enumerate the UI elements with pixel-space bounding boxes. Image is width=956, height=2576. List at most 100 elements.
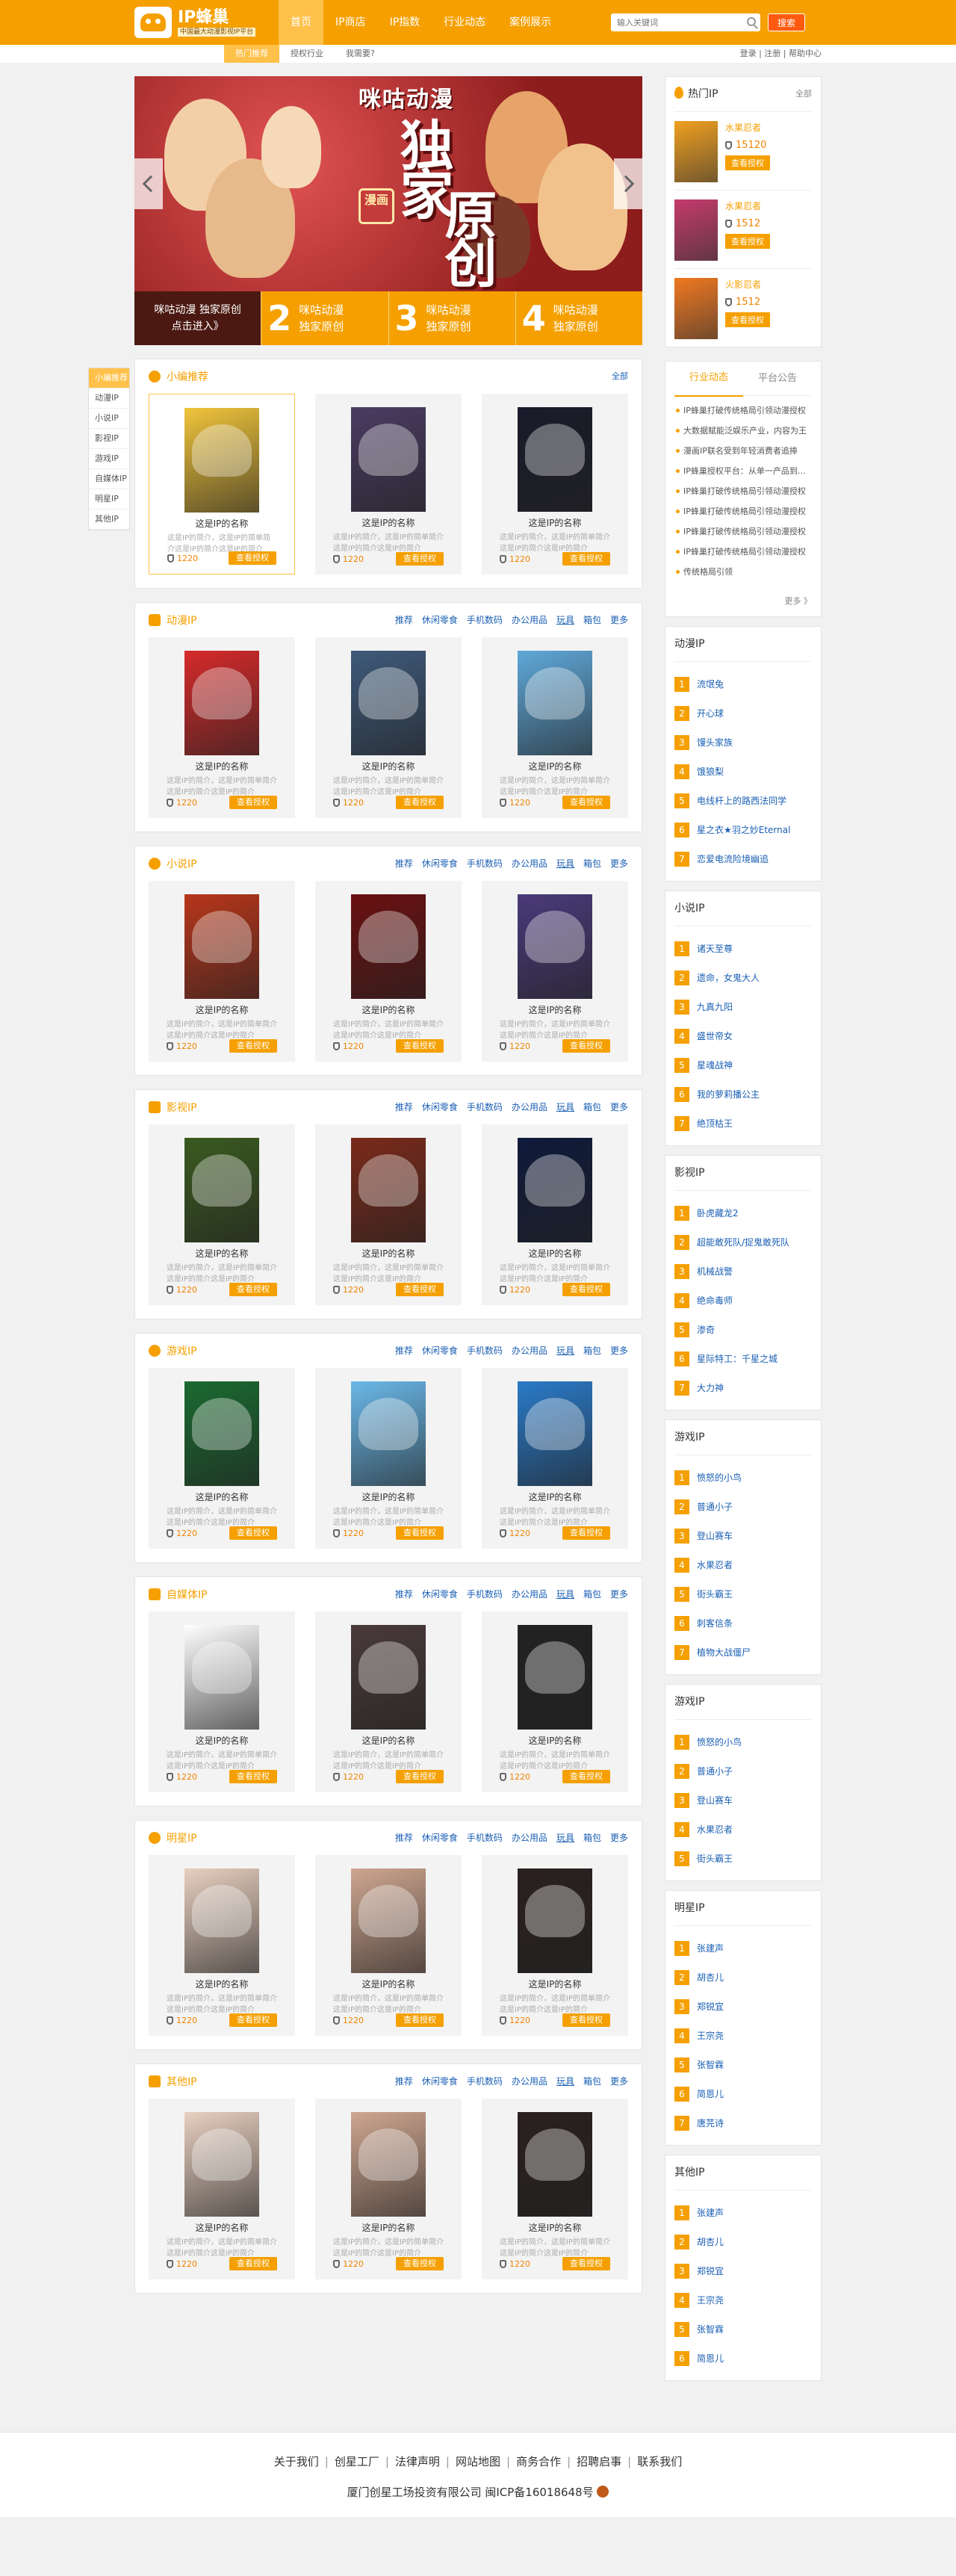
view-license-button[interactable]: 查看授权 [229, 1039, 277, 1053]
ip-name[interactable]: 这是IP的名称 [482, 2221, 628, 2234]
ip-cover-image[interactable] [351, 407, 426, 512]
ip-card[interactable]: 这是IP的名称 这是IP的简介，这是IP的简单简介这是IP的简介这是IP的简介 12… [315, 1368, 462, 1549]
filter-link[interactable]: 箱包 [583, 1334, 601, 1368]
filter-link[interactable]: 休闲零食 [422, 2064, 458, 2099]
ip-name[interactable]: 这是IP的名称 [315, 760, 462, 773]
ranking-item[interactable]: 6 简恩儿 [674, 2344, 812, 2373]
ranking-item[interactable]: 3 九真九阳 [674, 992, 812, 1021]
filter-link[interactable]: 手机数码 [467, 2064, 503, 2099]
filter-link[interactable]: 推荐 [395, 1821, 413, 1855]
ranking-item[interactable]: 5 张智霖 [674, 2315, 812, 2344]
ranking-item[interactable]: 2 普通小子 [674, 1756, 812, 1786]
ranking-item-name[interactable]: 九真九阳 [697, 1000, 733, 1013]
ranking-item-name[interactable]: 水果忍者 [697, 1823, 733, 1836]
footer-link[interactable]: 联系我们 [637, 2455, 682, 2468]
ranking-item[interactable]: 6 星之衣★羽之妙Eternal [674, 815, 812, 844]
tab-platform-notice[interactable]: 平台公告 [743, 362, 812, 396]
ranking-item[interactable]: 4 饿狼梨 [674, 757, 812, 786]
ranking-item[interactable]: 3 登山赛车 [674, 1786, 812, 1815]
filter-link[interactable]: 手机数码 [467, 603, 503, 637]
ip-cover-image[interactable] [518, 407, 592, 512]
view-license-button[interactable]: 查看授权 [396, 796, 444, 809]
banner-next-button[interactable] [614, 158, 642, 209]
filter-link[interactable]: 休闲零食 [422, 1821, 458, 1855]
filter-link[interactable]: 玩具 [556, 1090, 574, 1124]
ranking-item-name[interactable]: 星魂战神 [697, 1059, 733, 1071]
cattab-editor[interactable]: 小编推荐 [89, 368, 129, 388]
ranking-item-name[interactable]: 绝命毒师 [697, 1294, 733, 1307]
footer-link[interactable]: 商务合作 [516, 2455, 561, 2468]
news-item[interactable]: IP蜂巢打破传统格局引领动漫授权 [674, 542, 812, 562]
news-item[interactable]: IP蜂巢打破传统格局引领动漫授权 [674, 521, 812, 542]
ranking-item-name[interactable]: 王宗尧 [697, 2029, 724, 2042]
view-license-button[interactable]: 查看授权 [562, 1039, 610, 1053]
hot-ip-name[interactable]: 火影忍者 [725, 278, 770, 291]
ranking-item[interactable]: 5 电线杆上的路西法同学 [674, 786, 812, 815]
ranking-item[interactable]: 1 张建声 [674, 2198, 812, 2227]
view-license-button[interactable]: 查看授权 [562, 1770, 610, 1783]
news-item[interactable]: 大数据赋能泛娱乐产业，内容为王 [674, 421, 812, 441]
nav-home[interactable]: 首页 [279, 0, 323, 45]
hot-ip-name[interactable]: 水果忍者 [725, 199, 770, 212]
cattab-star[interactable]: 明星IP [89, 489, 129, 510]
ranking-item-name[interactable]: 开心球 [697, 707, 724, 719]
ip-card[interactable]: 这是IP的名称 这是IP的简介，这是IP的简单简介这是IP的简介这是IP的简介 12… [315, 394, 462, 575]
news-item[interactable]: IP蜂巢打破传统格局引领动漫授权 [674, 481, 812, 501]
view-license-button[interactable]: 查看授权 [396, 552, 444, 566]
filter-link[interactable]: 办公用品 [512, 1090, 547, 1124]
ranking-item[interactable]: 1 诸天至尊 [674, 934, 812, 963]
cattab-media[interactable]: 自媒体IP [89, 469, 129, 489]
filter-link[interactable]: 推荐 [395, 1334, 413, 1368]
ip-card[interactable]: 这是IP的名称 这是IP的简介，这是IP的简单简介这是IP的简介这是IP的简介 12… [149, 1855, 295, 2036]
ip-card[interactable]: 这是IP的名称 这是IP的简介，这是IP的简单简介这是IP的简介这是IP的简介 12… [482, 394, 628, 575]
nav-cases[interactable]: 案例展示 [497, 0, 563, 45]
filter-link[interactable]: 玩具 [556, 1577, 574, 1611]
ranking-item-name[interactable]: 胡杏儿 [697, 1971, 724, 1984]
ranking-item-name[interactable]: 郑锐宜 [697, 2000, 724, 2013]
ip-name[interactable]: 这是IP的名称 [149, 1003, 295, 1016]
ranking-item[interactable]: 6 我的萝莉播公主 [674, 1080, 812, 1109]
view-license-button[interactable]: 查看授权 [229, 2013, 277, 2027]
ranking-item-name[interactable]: 机械战警 [697, 1265, 733, 1278]
ip-card[interactable]: 这是IP的名称 这是IP的简介，这是IP的简单简介这是IP的简介这是IP的简介 12… [482, 637, 628, 818]
filter-link[interactable]: 办公用品 [512, 1334, 547, 1368]
view-license-button[interactable]: 查看授权 [562, 552, 610, 566]
ranking-item[interactable]: 2 遗命，女鬼大人 [674, 963, 812, 992]
tab-industry-news[interactable]: 行业动态 [674, 361, 743, 397]
ip-cover-image[interactable] [518, 1138, 592, 1242]
ip-name[interactable]: 这是IP的名称 [315, 516, 462, 529]
ip-card[interactable]: 这是IP的名称 这是IP的简介，这是IP的简单简介这是IP的简介这是IP的简介 12… [149, 1124, 295, 1305]
ip-card[interactable]: 这是IP的名称 这是IP的简介，这是IP的简单简介这是IP的简介这是IP的简介 12… [149, 881, 295, 1062]
ranking-item[interactable]: 2 胡杏儿 [674, 1963, 812, 1992]
ranking-item-name[interactable]: 唐芫诗 [697, 2117, 724, 2129]
ip-cover-image[interactable] [351, 1868, 426, 1973]
ranking-item[interactable]: 3 机械战警 [674, 1257, 812, 1286]
filter-link[interactable]: 休闲零食 [422, 846, 458, 881]
ranking-item[interactable]: 7 绝顶枯王 [674, 1109, 812, 1138]
ranking-item-name[interactable]: 简恩儿 [697, 2087, 724, 2100]
ranking-item[interactable]: 7 植物大战僵尸 [674, 1638, 812, 1667]
filter-link[interactable]: 办公用品 [512, 846, 547, 881]
ranking-item[interactable]: 1 张建声 [674, 1933, 812, 1963]
news-more-link[interactable]: 更多 》 [674, 592, 813, 610]
hot-ip-all-link[interactable]: 全部 [795, 77, 812, 111]
ranking-item[interactable]: 4 绝命毒师 [674, 1286, 812, 1315]
section-all-link[interactable]: 全部 [612, 359, 628, 394]
ranking-item-name[interactable]: 张建声 [697, 2206, 724, 2219]
ranking-item[interactable]: 5 张智霖 [674, 2050, 812, 2079]
filter-link[interactable]: 玩具 [556, 846, 574, 881]
ip-card[interactable]: 这是IP的名称 这是IP的简介，这是IP的简单简介这是IP的简介这是IP的简介 12… [315, 1611, 462, 1792]
ip-cover-image[interactable] [518, 651, 592, 755]
ranking-item-name[interactable]: 电线杆上的路西法同学 [697, 794, 786, 807]
tab-hot-recommend[interactable]: 热门推荐 [224, 45, 279, 63]
ranking-item[interactable]: 5 星魂战神 [674, 1050, 812, 1080]
ranking-item[interactable]: 3 馒头家族 [674, 728, 812, 757]
ip-card[interactable]: 这是IP的名称 这是IP的简介，这是IP的简单简介这是IP的简介这是IP的简介 12… [315, 1855, 462, 2036]
ip-name[interactable]: 这是IP的名称 [315, 1978, 462, 1990]
ranking-item-name[interactable]: 愤怒的小鸟 [697, 1736, 742, 1748]
ranking-item-name[interactable]: 卧虎藏龙2 [697, 1207, 739, 1219]
ranking-item-name[interactable]: 简恩儿 [697, 2352, 724, 2365]
ip-card[interactable]: 这是IP的名称 这是IP的简介，这是IP的简单简介这是IP的简介这是IP的简介 12… [482, 1611, 628, 1792]
footer-link[interactable]: 法律声明 [395, 2455, 440, 2468]
ip-cover-image[interactable] [351, 2112, 426, 2217]
